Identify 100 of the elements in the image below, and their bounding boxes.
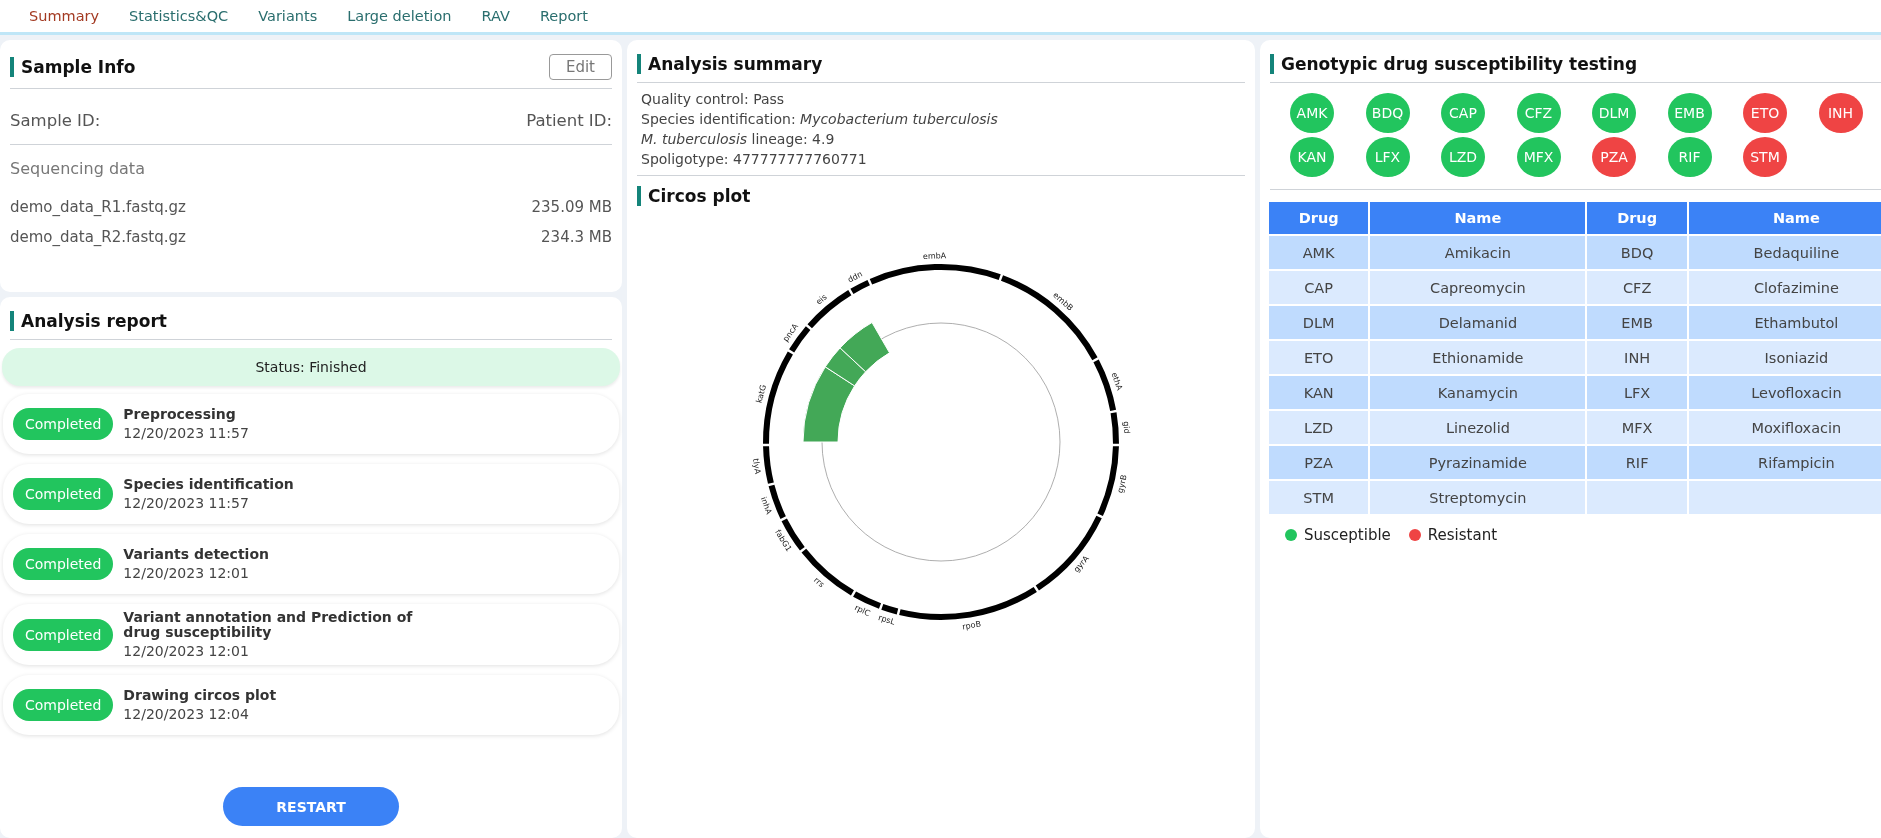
table-cell: Capreomycin bbox=[1370, 271, 1586, 304]
summary-line: M. tuberculosis lineage: 4.9 bbox=[641, 130, 836, 149]
table-cell: Kanamycin bbox=[1370, 376, 1586, 409]
step-time: 12/20/2023 11:57 bbox=[123, 425, 249, 441]
drug-badge: EMB bbox=[1667, 93, 1712, 133]
table-cell: Rifampicin bbox=[1688, 446, 1881, 479]
gene-label: gid bbox=[1121, 420, 1132, 434]
step-title: Variants detection bbox=[123, 547, 269, 562]
gene-label: rpsL bbox=[877, 613, 897, 627]
drug-badge: INH bbox=[1818, 93, 1863, 133]
edit-button[interactable]: Edit bbox=[548, 54, 612, 80]
summary-line: Species identification: Mycobacterium tuberculosis bbox=[641, 110, 999, 129]
nav-tab[interactable]: Report bbox=[524, 0, 603, 32]
drug-badge: DLM bbox=[1592, 93, 1636, 133]
gene-label: rpoB bbox=[961, 619, 982, 632]
status-pill: Completed bbox=[13, 618, 114, 651]
legend-label: Resistant bbox=[1427, 526, 1498, 544]
card-title: Circos plot bbox=[637, 186, 751, 206]
table-cell: Streptomycin bbox=[1370, 481, 1586, 514]
table-cell: Clofazimine bbox=[1688, 271, 1881, 304]
table-cell: BDQ bbox=[1587, 236, 1687, 269]
status-pill: Completed bbox=[13, 408, 114, 440]
column-header: Name bbox=[1370, 202, 1586, 234]
gene-label: gyrB bbox=[1115, 473, 1129, 494]
gene-label: ethA bbox=[1109, 371, 1125, 392]
table-cell: CAP bbox=[1269, 271, 1369, 304]
table-cell: ETO bbox=[1269, 341, 1369, 374]
sample-id-label: Sample ID: bbox=[10, 111, 101, 130]
table-cell: Linezolid bbox=[1370, 411, 1586, 444]
nav-tab[interactable]: Summary bbox=[14, 0, 115, 32]
gene-label: rplC bbox=[853, 603, 872, 619]
step-title: Drawing circos plot bbox=[123, 688, 277, 703]
drug-badge: CAP bbox=[1441, 93, 1485, 133]
gene-label: rrs bbox=[812, 575, 826, 590]
gene-label: ddn bbox=[846, 269, 864, 285]
summary-line: Spoligotype: 477777777760771 bbox=[641, 150, 868, 169]
table-cell: Delamanid bbox=[1370, 306, 1586, 339]
nav-tab[interactable]: Variants bbox=[243, 0, 333, 32]
status-pill: Completed bbox=[13, 548, 114, 580]
file-size: 235.09 MB bbox=[531, 198, 612, 216]
table-cell: MFX bbox=[1587, 411, 1687, 444]
step-time: 12/20/2023 12:01 bbox=[123, 565, 250, 581]
table-cell: KAN bbox=[1269, 376, 1369, 409]
file-size: 234.3 MB bbox=[541, 228, 612, 246]
status-pill: Completed bbox=[13, 689, 114, 721]
gene-label: inhA bbox=[758, 495, 774, 516]
card-title: Analysis summary bbox=[637, 54, 823, 74]
table-cell: EMB bbox=[1587, 306, 1687, 339]
file-name: demo_data_R1.fastq.gz bbox=[10, 198, 186, 216]
section-title: Sequencing data bbox=[10, 159, 145, 178]
table-cell: Pyrazinamide bbox=[1370, 446, 1586, 479]
drug-badge: BDQ bbox=[1365, 93, 1410, 133]
table-cell: Levofloxacin bbox=[1688, 376, 1881, 409]
column-header: Drug bbox=[1587, 202, 1687, 234]
drug-badge: LZD bbox=[1441, 137, 1485, 177]
nav-tab[interactable]: Statistics&QC bbox=[114, 0, 244, 32]
table-cell: Ethambutol bbox=[1688, 306, 1881, 339]
drug-badge: STM bbox=[1743, 137, 1787, 177]
patient-id-label: Patient ID: bbox=[526, 111, 612, 130]
step-title: Variant annotation and Prediction of drug susceptibility bbox=[123, 610, 414, 640]
status-pill: Completed bbox=[13, 478, 114, 510]
gene-label: katG bbox=[754, 383, 769, 405]
step-time: 12/20/2023 12:01 bbox=[123, 643, 250, 659]
restart-button[interactable]: RESTART bbox=[223, 787, 399, 826]
table-cell: Amikacin bbox=[1370, 236, 1586, 269]
drug-badge: LFX bbox=[1365, 137, 1410, 177]
status-banner: Status: Finished bbox=[2, 348, 620, 386]
drug-badge: AMK bbox=[1290, 93, 1334, 133]
legend-label: Susceptible bbox=[1304, 526, 1391, 544]
table-cell: AMK bbox=[1269, 236, 1369, 269]
drug-badge: CFZ bbox=[1516, 93, 1561, 133]
step-title: Preprocessing bbox=[123, 407, 237, 422]
step-time: 12/20/2023 12:04 bbox=[123, 706, 250, 722]
table-cell: DLM bbox=[1269, 306, 1369, 339]
gene-label: tlyA bbox=[751, 457, 763, 475]
table-cell: Ethionamide bbox=[1370, 341, 1586, 374]
drug-badge: KAN bbox=[1290, 137, 1334, 177]
table-cell: INH bbox=[1587, 341, 1687, 374]
card-title: Sample Info bbox=[10, 57, 136, 77]
table-cell: PZA bbox=[1269, 446, 1369, 479]
table-cell: Isoniazid bbox=[1688, 341, 1881, 374]
drug-badge: RIF bbox=[1667, 137, 1712, 177]
drug-badge: PZA bbox=[1592, 137, 1636, 177]
table-cell: STM bbox=[1269, 481, 1369, 514]
step-title: Species identification bbox=[123, 477, 294, 492]
gene-label: embA bbox=[922, 251, 947, 261]
card-title: Genotypic drug susceptibility testing bbox=[1270, 54, 1638, 74]
card-title: Analysis report bbox=[10, 311, 167, 331]
table-cell: LZD bbox=[1269, 411, 1369, 444]
gene-label: eis bbox=[814, 292, 829, 307]
column-header: Name bbox=[1688, 202, 1881, 234]
nav-tab[interactable]: RAV bbox=[466, 0, 525, 32]
summary-line: Quality control: Pass bbox=[641, 90, 786, 109]
table-cell: Bedaquiline bbox=[1688, 236, 1881, 269]
table-cell: Moxifloxacin bbox=[1688, 411, 1881, 444]
column-header: Drug bbox=[1269, 202, 1369, 234]
drug-badge: ETO bbox=[1743, 93, 1787, 133]
table-cell: LFX bbox=[1587, 376, 1687, 409]
file-name: demo_data_R2.fastq.gz bbox=[10, 228, 186, 246]
nav-tab[interactable]: Large deletion bbox=[332, 0, 467, 32]
